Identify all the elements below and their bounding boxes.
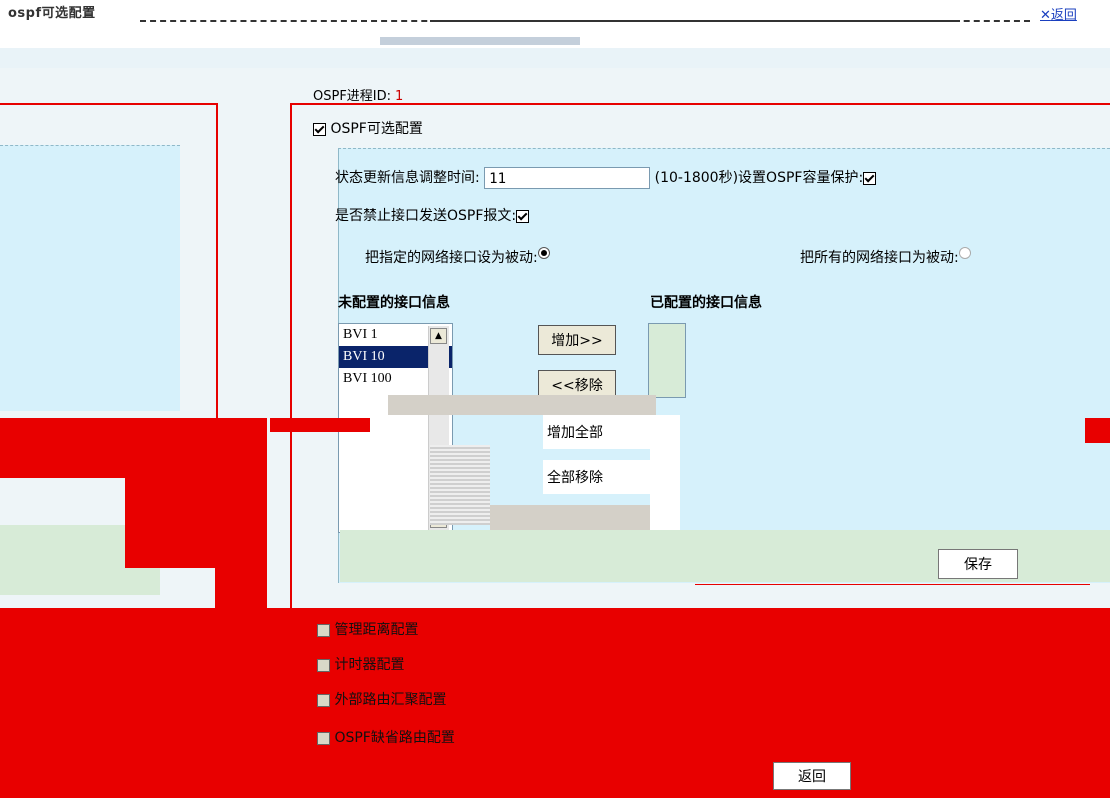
save-button[interactable]: 保存: [938, 549, 1018, 579]
scroll-up-icon[interactable]: ▲: [430, 328, 447, 344]
render-artifact: [388, 395, 656, 415]
header-band: [0, 48, 1110, 68]
add-all-button[interactable]: 增加全部: [543, 415, 651, 449]
section-timer[interactable]: 计时器配置: [317, 654, 404, 674]
divider: [695, 584, 1090, 585]
section-label: OSPF缺省路由配置: [334, 730, 455, 746]
render-artifact: [650, 415, 680, 530]
render-artifact: [215, 418, 267, 608]
radio-all-row: 把所有的网络接口为被动:: [800, 247, 971, 267]
unconfigured-heading: 未配置的接口信息: [338, 295, 450, 311]
process-id: OSPF进程ID: 1: [313, 85, 403, 104]
add-button[interactable]: 增加>>: [538, 325, 616, 355]
update-time-label: 状态更新信息调整时间:: [335, 170, 480, 186]
disable-send-row: 是否禁止接口发送OSPF报文:: [335, 205, 530, 225]
section-checkbox[interactable]: [317, 658, 330, 672]
optional-config-checkbox[interactable]: [313, 122, 326, 136]
disable-send-checkbox[interactable]: [516, 209, 530, 223]
update-time-input[interactable]: 11: [484, 167, 651, 189]
render-artifact: [1085, 418, 1110, 443]
configured-listbox[interactable]: [648, 323, 686, 398]
subheader-artifact: [380, 37, 580, 45]
render-artifact: [270, 418, 370, 432]
back-link[interactable]: ✕返回: [1040, 4, 1077, 23]
optional-config-label: OSPF可选配置: [330, 121, 423, 137]
section-label: 管理距离配置: [334, 622, 419, 638]
disable-send-label: 是否禁止接口发送OSPF报文:: [335, 208, 517, 224]
capacity-label: 设置OSPF容量保护:: [738, 170, 864, 186]
optional-config-header[interactable]: OSPF可选配置: [313, 118, 423, 138]
section-checkbox[interactable]: [317, 693, 330, 707]
radio-specified[interactable]: [537, 247, 550, 259]
update-time-row: 状态更新信息调整时间: 11 (10-1800秒)设置OSPF容量保护:: [335, 167, 877, 189]
remove-all-button[interactable]: 全部移除: [543, 460, 651, 494]
render-artifact: [430, 445, 490, 525]
close-icon: ✕: [1040, 8, 1051, 23]
section-external-route[interactable]: 外部路由汇聚配置: [317, 689, 446, 709]
section-label: 外部路由汇聚配置: [334, 692, 447, 708]
update-time-hint: (10-1800秒): [654, 170, 739, 186]
section-checkbox[interactable]: [317, 731, 330, 745]
configured-heading: 已配置的接口信息: [650, 295, 762, 311]
process-id-value: 1: [395, 89, 404, 104]
radio-all-label: 把所有的网络接口为被动:: [800, 250, 959, 266]
page-title: ospf可选配置: [8, 6, 96, 21]
radio-all[interactable]: [958, 247, 971, 259]
capacity-checkbox[interactable]: [863, 171, 877, 185]
radio-specified-label: 把指定的网络接口设为被动:: [365, 250, 538, 266]
back-link-label: 返回: [1050, 8, 1077, 23]
section-label: 计时器配置: [334, 657, 405, 673]
back-button[interactable]: 返回: [773, 762, 851, 790]
title-divider-solid: [430, 20, 960, 22]
section-checkbox[interactable]: [317, 623, 330, 637]
sections-background: [0, 608, 1110, 798]
process-id-label: OSPF进程ID:: [313, 89, 392, 104]
radio-specified-row: 把指定的网络接口设为被动:: [365, 247, 550, 267]
section-default-route[interactable]: OSPF缺省路由配置: [317, 727, 455, 747]
render-artifact: [490, 505, 650, 533]
section-admin-distance[interactable]: 管理距离配置: [317, 619, 418, 639]
left-panel: [0, 145, 180, 411]
